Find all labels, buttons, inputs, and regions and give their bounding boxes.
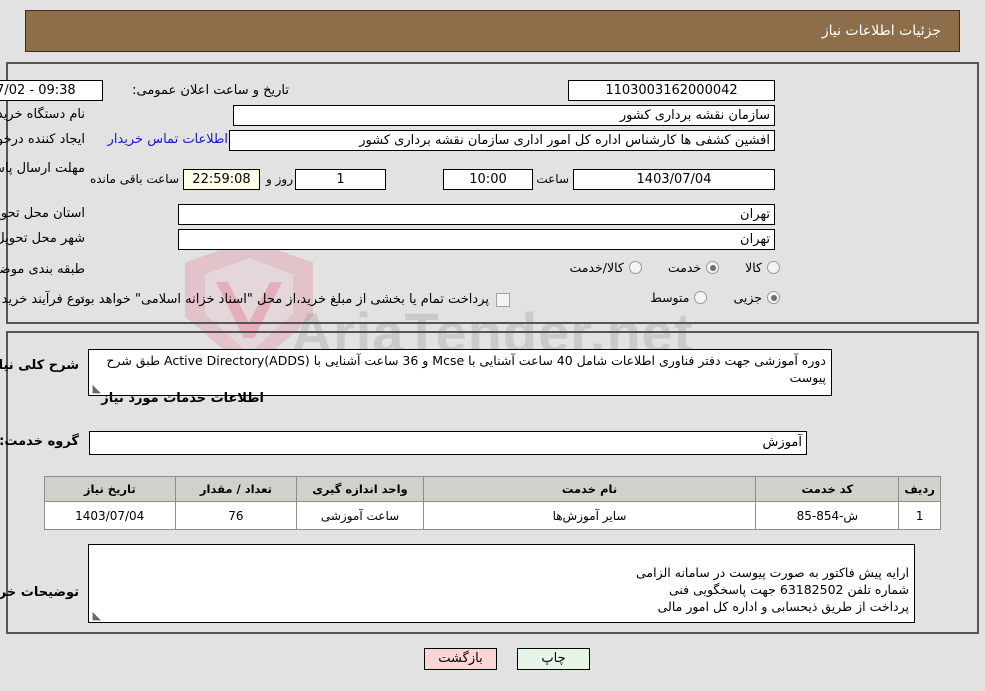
process-radio-group[interactable]: جزیی متوسط bbox=[624, 290, 780, 305]
th-need-date: تاریخ نیاز bbox=[44, 476, 176, 502]
resize-handle-icon[interactable]: ◣ bbox=[91, 383, 101, 394]
category-option-1[interactable]: خدمت bbox=[667, 260, 720, 275]
buyer-contact-link[interactable]: اطلاعات تماس خریدار bbox=[108, 132, 228, 147]
cell-index: 1 bbox=[898, 501, 941, 530]
deadline-hour-label: ساعت bbox=[536, 172, 569, 186]
service-group-label: گروه خدمت: bbox=[0, 434, 79, 449]
cell-name: سایر آموزش‌ها bbox=[422, 501, 757, 530]
process-radio-label-1: متوسط bbox=[650, 290, 690, 305]
category-radio-label-2: کالا/خدمت bbox=[569, 260, 624, 275]
requester-label: ایجاد کننده درخواست: bbox=[0, 132, 85, 147]
th-code: کد خدمت bbox=[755, 476, 900, 502]
category-radio-1[interactable] bbox=[706, 261, 720, 274]
buyer-notes-label: توضیحات خریدار: bbox=[0, 585, 79, 600]
print-button[interactable]: چاپ bbox=[517, 648, 590, 670]
remaining-time-value: 22:59:08 bbox=[183, 169, 260, 190]
category-radio-label-0: کالا bbox=[745, 260, 762, 275]
buyer-notes-textarea[interactable]: ارایه پیش فاکتور به صورت پیوست در سامانه… bbox=[88, 544, 915, 623]
process-radio-1[interactable] bbox=[694, 291, 708, 304]
table-row: 1 ش-854-85 سایر آموزش‌ها ساعت آموزشی 76 … bbox=[44, 501, 941, 530]
cell-quantity: 76 bbox=[174, 501, 298, 530]
th-quantity: تعداد / مقدار bbox=[174, 476, 298, 502]
need-details-page: AriaTender.net جزئیات اطلاعات نیاز شماره… bbox=[0, 0, 985, 691]
services-section-heading: اطلاعات خدمات مورد نیاز bbox=[101, 391, 264, 406]
cell-unit: ساعت آموزشی bbox=[296, 501, 424, 530]
province-value: تهران bbox=[178, 204, 775, 225]
cell-need-date: 1403/07/04 bbox=[44, 501, 176, 530]
description-textarea[interactable]: دوره آموزشی جهت دفتر فناوری اطلاعات شامل… bbox=[88, 349, 832, 396]
description-value: دوره آموزشی جهت دفتر فناوری اطلاعات شامل… bbox=[106, 353, 826, 385]
th-name: نام خدمت bbox=[422, 476, 757, 502]
need-number-value: 1103003162000042 bbox=[568, 80, 775, 101]
treasury-docs-label: پرداخت تمام یا بخشی از مبلغ خرید،از محل … bbox=[74, 292, 489, 307]
back-button[interactable]: بازگشت bbox=[424, 648, 497, 670]
process-radio-0[interactable] bbox=[767, 291, 780, 304]
page-header: جزئیات اطلاعات نیاز bbox=[25, 10, 960, 52]
deadline-label: مهلت ارسال پاسخ: تا تاریخ: bbox=[0, 161, 85, 176]
category-option-0[interactable]: کالا bbox=[745, 260, 780, 275]
deadline-date-value: 1403/07/04 bbox=[573, 169, 775, 190]
cell-code: ش-854-85 bbox=[755, 501, 900, 530]
public-announce-value: 09:38 - 1403/07/02 bbox=[0, 80, 103, 101]
process-option-1[interactable]: متوسط bbox=[650, 290, 708, 305]
deadline-hour-value: 10:00 bbox=[443, 169, 533, 190]
buyer-org-label: نام دستگاه خریدار: bbox=[0, 107, 85, 122]
category-option-2[interactable]: کالا/خدمت bbox=[569, 260, 642, 275]
category-radio-group[interactable]: کالا خدمت کالا/خدمت bbox=[543, 260, 780, 275]
category-radio-0[interactable] bbox=[767, 261, 780, 274]
process-radio-label-0: جزیی bbox=[733, 290, 762, 305]
buyer-org-value: سازمان نقشه برداری کشور bbox=[233, 105, 775, 126]
resize-handle-icon-notes[interactable]: ◣ bbox=[91, 610, 101, 621]
treasury-docs-row[interactable]: پرداخت تمام یا بخشی از مبلغ خرید،از محل … bbox=[74, 292, 510, 307]
table-header-row: ردیف کد خدمت نام خدمت واحد اندازه گیری ت… bbox=[44, 476, 941, 502]
treasury-docs-checkbox[interactable] bbox=[496, 292, 510, 307]
remaining-days-value: 1 bbox=[295, 169, 386, 190]
process-label: نوع فرآیند خرید : bbox=[0, 292, 85, 307]
city-label: شهر محل تحویل: bbox=[0, 231, 85, 246]
services-table: ردیف کد خدمت نام خدمت واحد اندازه گیری ت… bbox=[44, 476, 941, 530]
category-radio-label-1: خدمت bbox=[667, 260, 702, 275]
requester-value: افشین کشفی ها کارشناس اداره کل امور ادار… bbox=[229, 130, 775, 151]
buyer-notes-value: ارایه پیش فاکتور به صورت پیوست در سامانه… bbox=[636, 565, 909, 614]
category-label: طبقه بندی موضوعی: bbox=[0, 262, 85, 277]
process-option-0[interactable]: جزیی bbox=[733, 290, 780, 305]
main-info-panel bbox=[6, 62, 979, 324]
service-group-value[interactable]: آموزش bbox=[89, 431, 807, 455]
public-announce-label: تاریخ و ساعت اعلان عمومی: bbox=[132, 83, 289, 98]
remaining-time-label: ساعت باقی مانده bbox=[89, 172, 179, 186]
page-title: جزئیات اطلاعات نیاز bbox=[821, 23, 941, 39]
th-index: ردیف bbox=[898, 476, 941, 502]
category-radio-2[interactable] bbox=[628, 261, 642, 274]
remaining-days-label: روز و bbox=[266, 172, 293, 186]
province-label: استان محل تحویل: bbox=[0, 206, 85, 221]
th-unit: واحد اندازه گیری bbox=[296, 476, 424, 502]
city-value: تهران bbox=[178, 229, 775, 250]
description-label: شرح کلی نیاز: bbox=[0, 358, 79, 373]
